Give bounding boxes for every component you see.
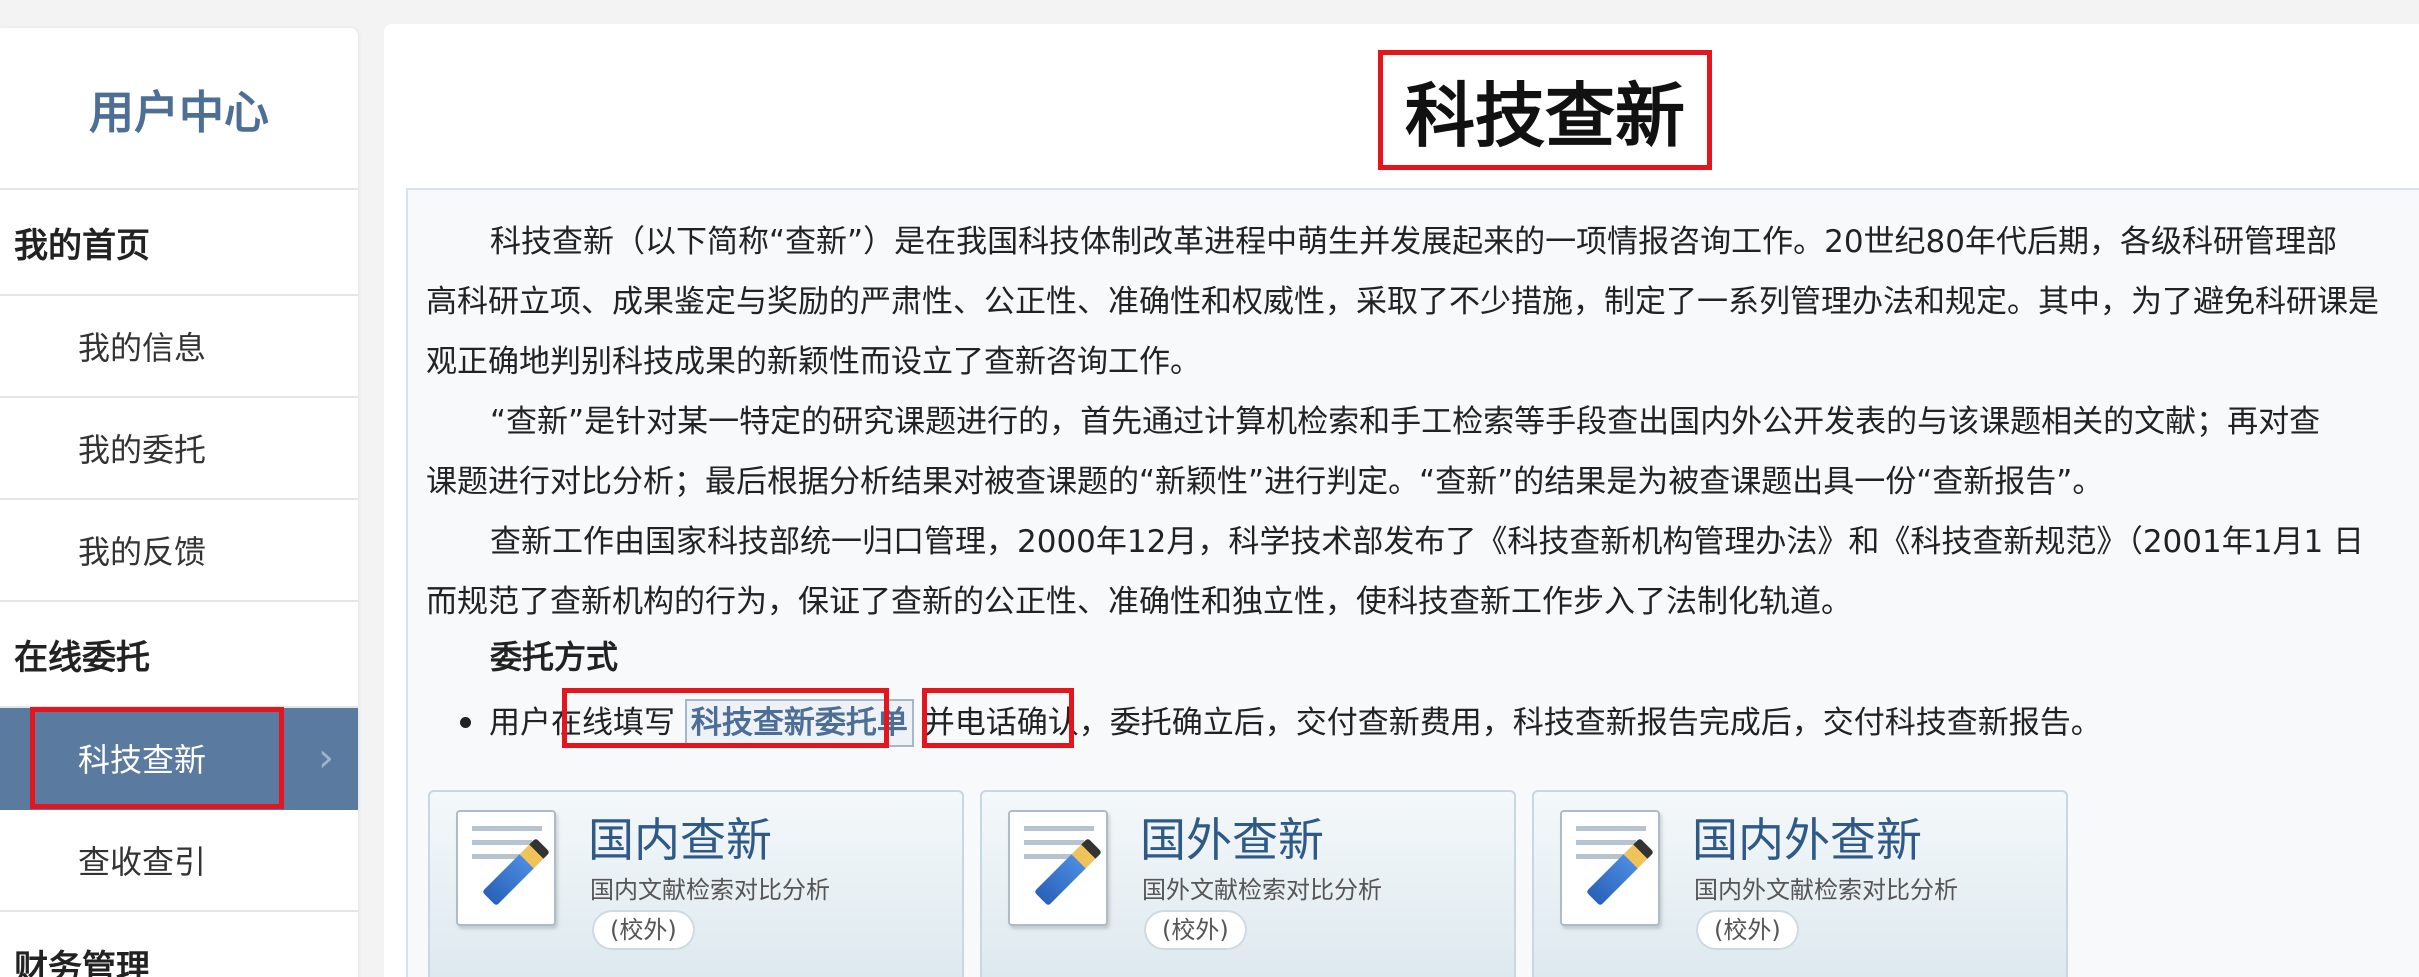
page-title: 科技查新: [1378, 50, 1712, 170]
card-domestic-search[interactable]: 国内查新 国内文献检索对比分析 (校外): [428, 790, 964, 977]
chevron-right-icon: ›: [318, 735, 334, 781]
card-foreign-search[interactable]: 国外查新 国外文献检索对比分析 (校外): [980, 790, 1516, 977]
method-prefix: 用户在线填写: [489, 705, 675, 741]
section-online-commission[interactable]: 在线委托: [0, 602, 358, 708]
sidebar-item-my-feedback[interactable]: 我的反馈: [0, 500, 358, 602]
commission-method-item: 用户在线填写 科技查新委托单 并电话确认，委托确立后，交付查新费用，科技查新报告…: [460, 693, 2160, 753]
commission-form-link[interactable]: 科技查新委托单: [684, 698, 914, 747]
method-middle: 并电话确认: [923, 705, 1079, 741]
intro-paragraph-line-3: 观正确地判别科技成果的新颖性而设立了查新咨询工作。: [426, 344, 1201, 380]
search-paragraph-line-1: “查新”是针对某一特定的研究课题进行的，首先通过计算机检索和手工检索等手段查出国…: [490, 404, 2321, 440]
card-badge: (校外): [1144, 910, 1247, 950]
section-finance[interactable]: 财务管理: [0, 912, 358, 977]
intro-paragraph-line-1: 科技查新（以下简称“查新”）是在我国科技体制改革进程中萌生并发展起来的一项情报咨…: [490, 224, 2338, 260]
sidebar-item-label: 科技查新: [78, 741, 207, 779]
card-badge: (校外): [592, 910, 695, 950]
card-domestic-foreign-search[interactable]: 国内外查新 国内外文献检索对比分析 (校外): [1532, 790, 2068, 977]
card-badge: (校外): [1696, 910, 1799, 950]
sidebar-item-novelty-search[interactable]: 科技查新 ›: [0, 708, 358, 810]
management-paragraph-line-2: 而规范了查新机构的行为，保证了查新的公正性、准确性和独立性，使科技查新工作步入了…: [426, 584, 1852, 620]
card-subtitle: 国内文献检索对比分析: [590, 876, 830, 904]
card-subtitle: 国内外文献检索对比分析: [1694, 876, 1958, 904]
document-pencil-icon: [1560, 810, 1660, 926]
sidebar-item-my-info[interactable]: 我的信息: [0, 296, 358, 398]
sidebar-item-my-commissions[interactable]: 我的委托: [0, 398, 358, 500]
document-pencil-icon: [456, 810, 556, 926]
section-my-home[interactable]: 我的首页: [0, 190, 358, 296]
card-subtitle: 国外文献检索对比分析: [1142, 876, 1382, 904]
method-suffix: ，委托确立后，交付查新费用，科技查新报告完成后，交付科技查新报告。: [1078, 705, 2102, 741]
intro-paragraph-line-2: 高科研立项、成果鉴定与奖励的严肃性、公正性、准确性和权威性，采取了不少措施，制定…: [426, 284, 2379, 320]
card-title: 国内外查新: [1692, 813, 1922, 867]
document-pencil-icon: [1008, 810, 1108, 926]
search-paragraph-line-2: 课题进行对比分析；最后根据分析结果对被查课题的“新颖性”进行判定。“查新”的结果…: [426, 464, 2104, 500]
bullet-icon: [460, 717, 471, 728]
card-title: 国内查新: [588, 813, 772, 867]
sidebar: 用户中心 我的首页 我的信息 我的委托 我的反馈 在线委托 科技查新 › 查收查…: [0, 28, 358, 977]
card-title: 国外查新: [1140, 813, 1324, 867]
commission-method-heading: 委托方式: [490, 638, 619, 676]
sidebar-title: 用户中心: [0, 28, 358, 190]
management-paragraph-line-1: 查新工作由国家科技部统一归口管理，2000年12月，科学技术部发布了《科技查新机…: [490, 524, 2365, 560]
sidebar-item-citation-search[interactable]: 查收查引: [0, 810, 358, 912]
